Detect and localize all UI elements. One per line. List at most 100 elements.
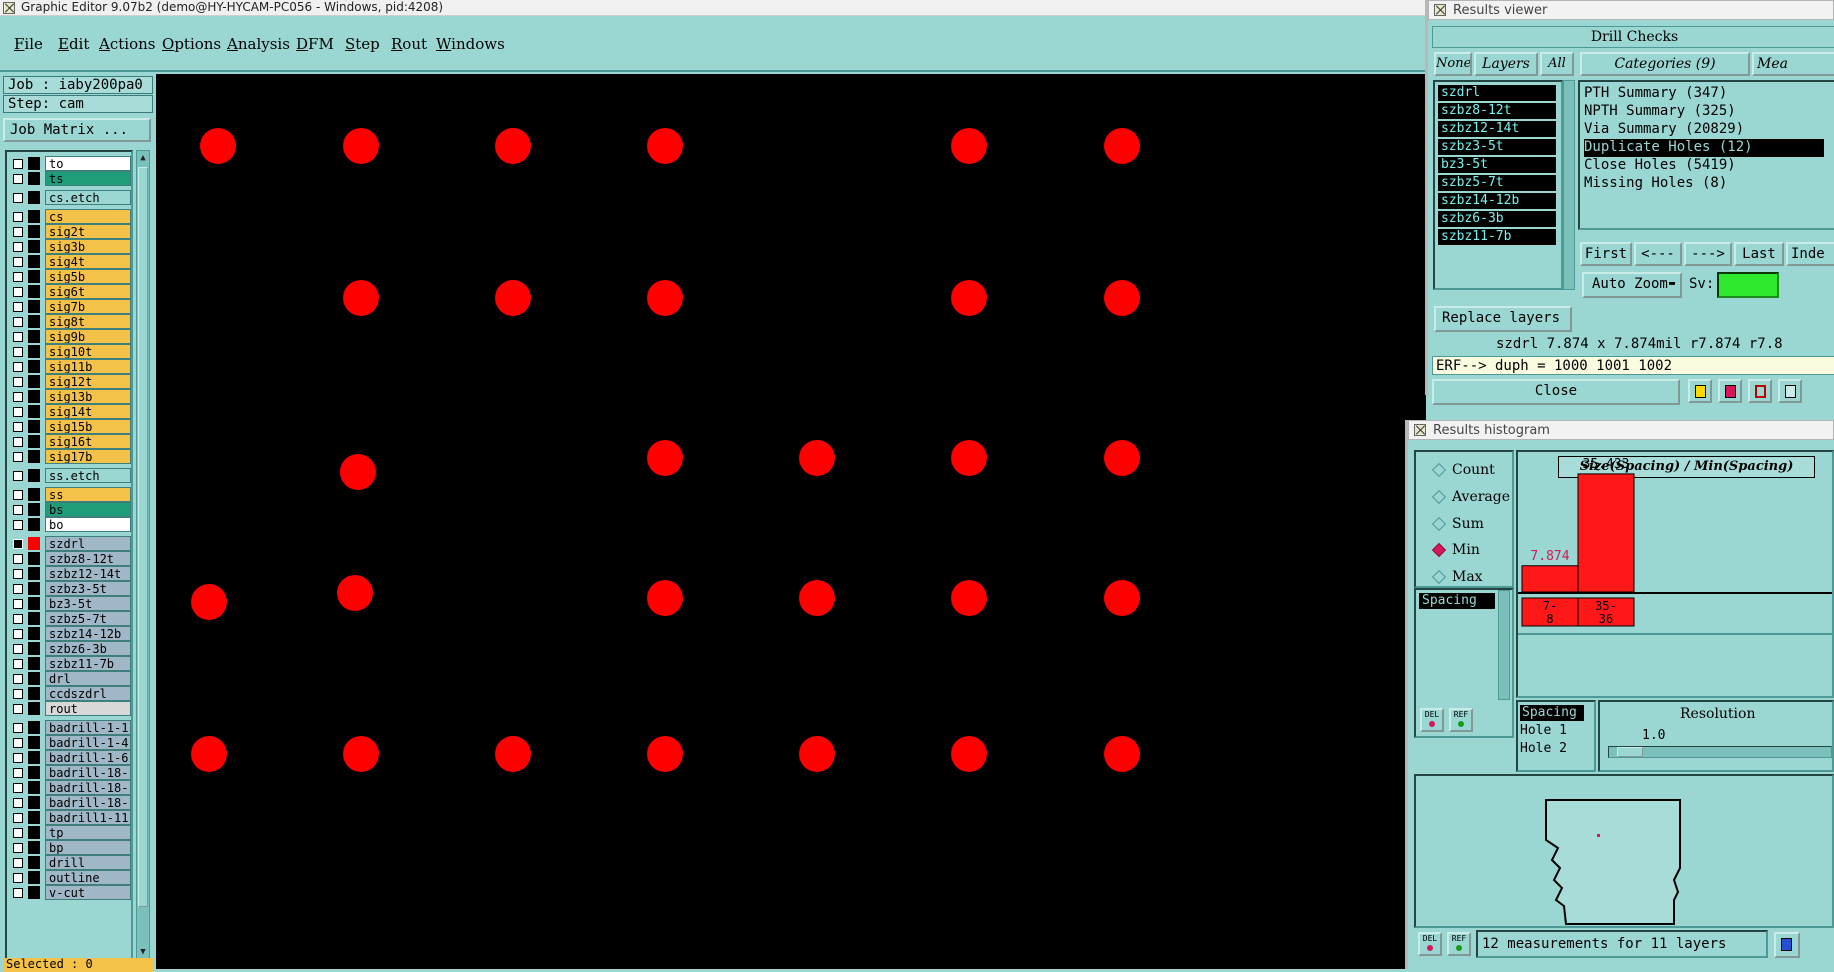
layer-name[interactable]: ss.etch — [45, 468, 131, 483]
layer-name[interactable]: bo — [45, 517, 131, 532]
auto-zoom-dropdown[interactable]: Auto Zoom ▬ — [1582, 272, 1682, 298]
layer-checkbox[interactable] — [13, 888, 23, 898]
layer-name[interactable]: outline — [45, 870, 131, 885]
layer-name[interactable]: bs — [45, 502, 131, 517]
layer-name[interactable]: sig15b — [45, 419, 131, 434]
layer-checkbox[interactable] — [13, 377, 23, 387]
layer-name[interactable]: ts — [45, 171, 131, 186]
layer-row[interactable]: bs — [9, 502, 131, 517]
layer-color-swatch[interactable] — [28, 315, 40, 328]
scroll-down-icon[interactable]: ▼ — [138, 946, 148, 958]
layer-row[interactable]: tp — [9, 825, 131, 840]
layer-color-swatch[interactable] — [28, 567, 40, 580]
layer-name[interactable]: rout — [45, 701, 131, 716]
layer-color-swatch[interactable] — [28, 642, 40, 655]
layer-row[interactable]: sig8t — [9, 314, 131, 329]
results-layer-item[interactable]: bz3-5t — [1438, 157, 1556, 173]
layer-row[interactable]: outline — [9, 870, 131, 885]
export-icon[interactable] — [1774, 932, 1800, 958]
layer-color-swatch[interactable] — [28, 255, 40, 268]
layer-row[interactable]: bo — [9, 517, 131, 532]
layer-name[interactable]: szbz8-12t — [45, 551, 131, 566]
layer-name[interactable]: szbz6-3b — [45, 641, 131, 656]
layer-color-swatch[interactable] — [28, 488, 40, 501]
mode-sum[interactable]: Sum — [1431, 514, 1484, 534]
layer-name[interactable]: sig12t — [45, 374, 131, 389]
layer-checkbox[interactable] — [13, 554, 23, 564]
layer-row[interactable]: rout — [9, 701, 131, 716]
drill-pad[interactable] — [647, 736, 683, 772]
layer-name[interactable]: szbz3-5t — [45, 581, 131, 596]
layer-row[interactable]: sig7b — [9, 299, 131, 314]
mode-min[interactable]: Min — [1431, 540, 1480, 560]
layer-name[interactable]: sig16t — [45, 434, 131, 449]
drill-pad[interactable] — [340, 454, 376, 490]
layer-row[interactable]: ss.etch — [9, 468, 131, 483]
del-button[interactable]: DEL — [1420, 708, 1444, 732]
layer-row[interactable]: szbz5-7t — [9, 611, 131, 626]
drill-pad[interactable] — [191, 736, 227, 772]
layer-name[interactable]: drill — [45, 855, 131, 870]
layer-checkbox[interactable] — [13, 227, 23, 237]
layer-row[interactable]: sig15b — [9, 419, 131, 434]
layer-checkbox[interactable] — [13, 674, 23, 684]
results-layer-item[interactable]: szbz5-7t — [1438, 175, 1556, 191]
layer-row[interactable]: badrill-18- — [9, 780, 131, 795]
drill-pad[interactable] — [1104, 440, 1140, 476]
prev-button[interactable]: <--- — [1634, 242, 1682, 266]
drill-pad[interactable] — [337, 575, 373, 611]
layer-checkbox[interactable] — [13, 332, 23, 342]
results-layer-scrollbar[interactable] — [1563, 80, 1575, 290]
layers-button[interactable]: Layers — [1474, 52, 1538, 76]
layer-checkbox[interactable] — [13, 659, 23, 669]
results-layer-item[interactable]: szbz12-14t — [1438, 121, 1556, 137]
menu-step[interactable]: Step — [345, 35, 380, 53]
layer-color-swatch[interactable] — [28, 811, 40, 824]
layer-color-swatch[interactable] — [28, 552, 40, 565]
layer-name[interactable]: sig13b — [45, 389, 131, 404]
menu-analysis[interactable]: Analysis — [227, 35, 290, 53]
layer-color-swatch[interactable] — [28, 841, 40, 854]
layer-name[interactable]: to — [45, 156, 131, 171]
board-preview[interactable] — [1414, 774, 1834, 928]
layer-name[interactable]: sig7b — [45, 299, 131, 314]
drill-pad[interactable] — [799, 440, 835, 476]
layer-row[interactable]: cs.etch — [9, 190, 131, 205]
layer-row[interactable]: sig4t — [9, 254, 131, 269]
x-field-hole1[interactable]: Hole 1 — [1520, 723, 1567, 738]
menu-rout[interactable]: Rout — [391, 35, 427, 53]
layer-name[interactable]: sig9b — [45, 329, 131, 344]
layer-row[interactable]: sig6t — [9, 284, 131, 299]
layer-color-swatch[interactable] — [28, 518, 40, 531]
layer-row[interactable]: szbz8-12t — [9, 551, 131, 566]
layer-name[interactable]: badrill-1-6 — [45, 750, 131, 765]
layer-checkbox[interactable] — [13, 723, 23, 733]
layer-checkbox[interactable] — [13, 539, 23, 549]
layer-color-swatch[interactable] — [28, 191, 40, 204]
layer-color-swatch[interactable] — [28, 375, 40, 388]
drill-pad[interactable] — [799, 580, 835, 616]
layer-color-swatch[interactable] — [28, 856, 40, 869]
layer-checkbox[interactable] — [13, 505, 23, 515]
layer-name[interactable]: sig3b — [45, 239, 131, 254]
layer-name[interactable]: tp — [45, 825, 131, 840]
drill-pad[interactable] — [1104, 128, 1140, 164]
layer-row[interactable]: v-cut — [9, 885, 131, 900]
replace-layers-dropdown[interactable]: Replace layers — [1434, 306, 1572, 332]
layer-name[interactable]: sig14t — [45, 404, 131, 419]
layer-name[interactable]: bp — [45, 840, 131, 855]
layer-row[interactable]: szdrl — [9, 536, 131, 551]
layer-checkbox[interactable] — [13, 392, 23, 402]
category-item[interactable]: Missing Holes (8) — [1584, 175, 1794, 193]
drill-pad[interactable] — [191, 584, 227, 620]
layer-name[interactable]: sig17b — [45, 449, 131, 464]
footer-ref-button[interactable]: REF — [1447, 932, 1471, 956]
layer-row[interactable]: drill — [9, 855, 131, 870]
layer-checkbox[interactable] — [13, 407, 23, 417]
layer-checkbox[interactable] — [13, 753, 23, 763]
layer-checkbox[interactable] — [13, 629, 23, 639]
layer-color-swatch[interactable] — [28, 157, 40, 170]
measure-item-spacing[interactable]: Spacing — [1419, 593, 1495, 609]
drill-pad[interactable] — [647, 128, 683, 164]
layer-checkbox[interactable] — [13, 302, 23, 312]
